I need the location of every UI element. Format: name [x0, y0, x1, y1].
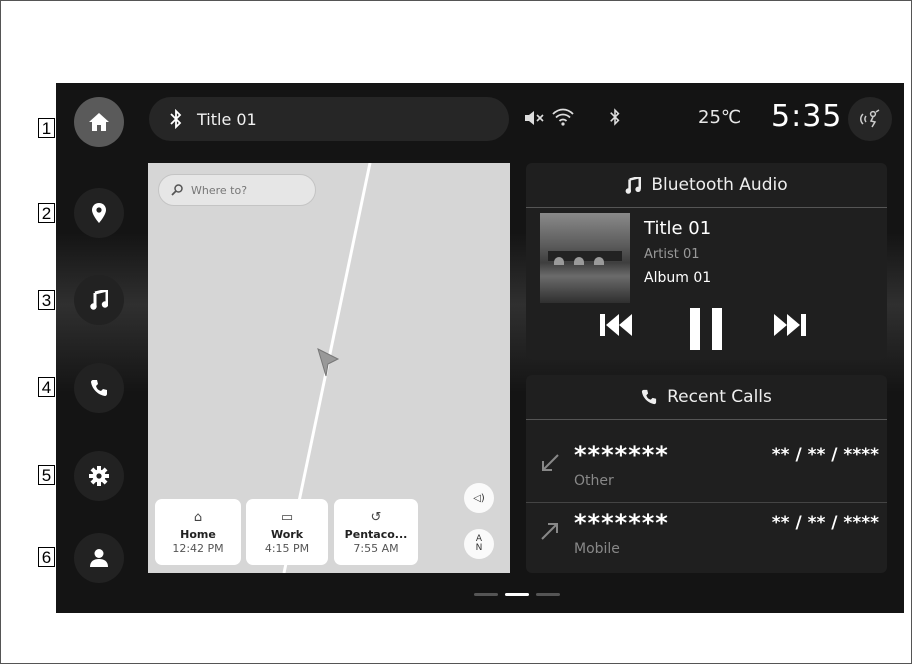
destination-name: Pentaco...: [344, 527, 408, 541]
recent-calls-card[interactable]: Recent Calls ******* Other ** / ** / ***…: [526, 375, 887, 573]
track-artist: Artist 01: [644, 247, 700, 262]
rail-navigation-button[interactable]: [74, 188, 124, 238]
destination-name: Work: [270, 527, 304, 541]
album-art: [540, 213, 630, 303]
rail-profile-button[interactable]: [74, 533, 124, 583]
audio-card-title: Bluetooth Audio: [651, 175, 788, 195]
navigation-map[interactable]: Where to? ⌂ Home 12:42 PM ▭ Work 4:15 PM…: [148, 163, 510, 573]
location-pin-icon: [92, 203, 106, 223]
call-date: ** / ** / ****: [771, 513, 879, 533]
voice-assistant-icon: [860, 109, 880, 128]
vehicle-arrow-icon: [317, 348, 340, 377]
next-track-button[interactable]: [774, 308, 806, 342]
destination-work[interactable]: ▭ Work 4:15 PM: [246, 499, 328, 565]
north-up-icon: A N: [475, 534, 483, 553]
callout-1: 1: [38, 118, 55, 138]
audio-card-header: Bluetooth Audio: [526, 163, 887, 207]
call-date: ** / ** / ****: [771, 445, 879, 465]
divider: [526, 207, 887, 208]
home-icon: [89, 113, 109, 131]
destination-name: Home: [180, 527, 216, 541]
voice-assistant-button[interactable]: [848, 97, 892, 141]
search-input[interactable]: Where to?: [158, 174, 316, 206]
pause-button[interactable]: [688, 308, 724, 350]
incoming-call-arrow-icon: [542, 454, 559, 471]
callout-2: 2: [38, 203, 55, 223]
destination-time: 7:55 AM: [353, 541, 399, 555]
speaker-icon: ◁): [473, 492, 485, 504]
clock: 5:35: [771, 99, 843, 134]
calls-card-header: Recent Calls: [526, 375, 887, 419]
search-icon: [171, 184, 183, 196]
phone-icon: [642, 389, 657, 405]
phone-icon: [91, 380, 107, 396]
callout-5: 5: [38, 465, 55, 485]
divider: [526, 419, 887, 420]
previous-track-button[interactable]: [600, 308, 632, 342]
rail-settings-button[interactable]: [74, 451, 124, 501]
music-note-icon: [625, 176, 642, 194]
destination-time: 12:42 PM: [172, 541, 224, 555]
track-title: Title 01: [644, 218, 712, 239]
call-type: Other: [574, 473, 614, 489]
temperature: 25℃: [698, 107, 742, 128]
destination-time: 4:15 PM: [264, 541, 310, 555]
page-indicator-3[interactable]: [536, 593, 560, 596]
calls-card-title: Recent Calls: [667, 387, 772, 407]
head-unit-screen: Title 01 25℃ 5:35 Where to? ⌂ Home 12:42…: [56, 83, 904, 613]
media-title: Title 01: [197, 109, 257, 129]
briefcase-icon: ▭: [280, 509, 294, 525]
map-orientation-button[interactable]: A N: [464, 529, 494, 559]
track-album: Album 01: [644, 270, 712, 286]
call-number: *******: [574, 441, 669, 469]
mute-icon: [525, 111, 544, 125]
media-status-pill[interactable]: Title 01: [149, 97, 509, 141]
bluetooth-audio-card[interactable]: Bluetooth Audio Title 01 Artist 01 Album…: [526, 163, 887, 360]
callout-6: 6: [38, 547, 55, 567]
call-type: Mobile: [574, 541, 620, 557]
bluetooth-status-icon: [610, 108, 620, 126]
wifi-icon: [552, 108, 574, 126]
rail-home-button[interactable]: [74, 97, 124, 147]
rail-phone-button[interactable]: [74, 363, 124, 413]
destination-home[interactable]: ⌂ Home 12:42 PM: [155, 499, 241, 565]
callout-3: 3: [38, 290, 55, 310]
call-number: *******: [574, 509, 669, 537]
page-indicator-1[interactable]: [474, 593, 498, 596]
call-row[interactable]: ******* Other ** / ** / ****: [526, 435, 887, 495]
rail-music-button[interactable]: [74, 275, 124, 325]
destination-recent[interactable]: ↺ Pentaco... 7:55 AM: [334, 499, 418, 565]
outgoing-call-arrow-icon: [541, 523, 558, 540]
history-icon: ↺: [370, 509, 382, 525]
music-note-icon: [90, 290, 108, 310]
gear-icon: [89, 466, 109, 486]
person-icon: [90, 549, 108, 567]
call-row[interactable]: ******* Mobile ** / ** / ****: [526, 503, 887, 563]
guidance-volume-button[interactable]: ◁): [464, 483, 494, 513]
bluetooth-icon: [170, 109, 182, 129]
search-placeholder: Where to?: [191, 183, 248, 197]
home-outline-icon: ⌂: [193, 509, 203, 525]
callout-4: 4: [38, 377, 55, 397]
page-indicator-2[interactable]: [505, 593, 529, 596]
